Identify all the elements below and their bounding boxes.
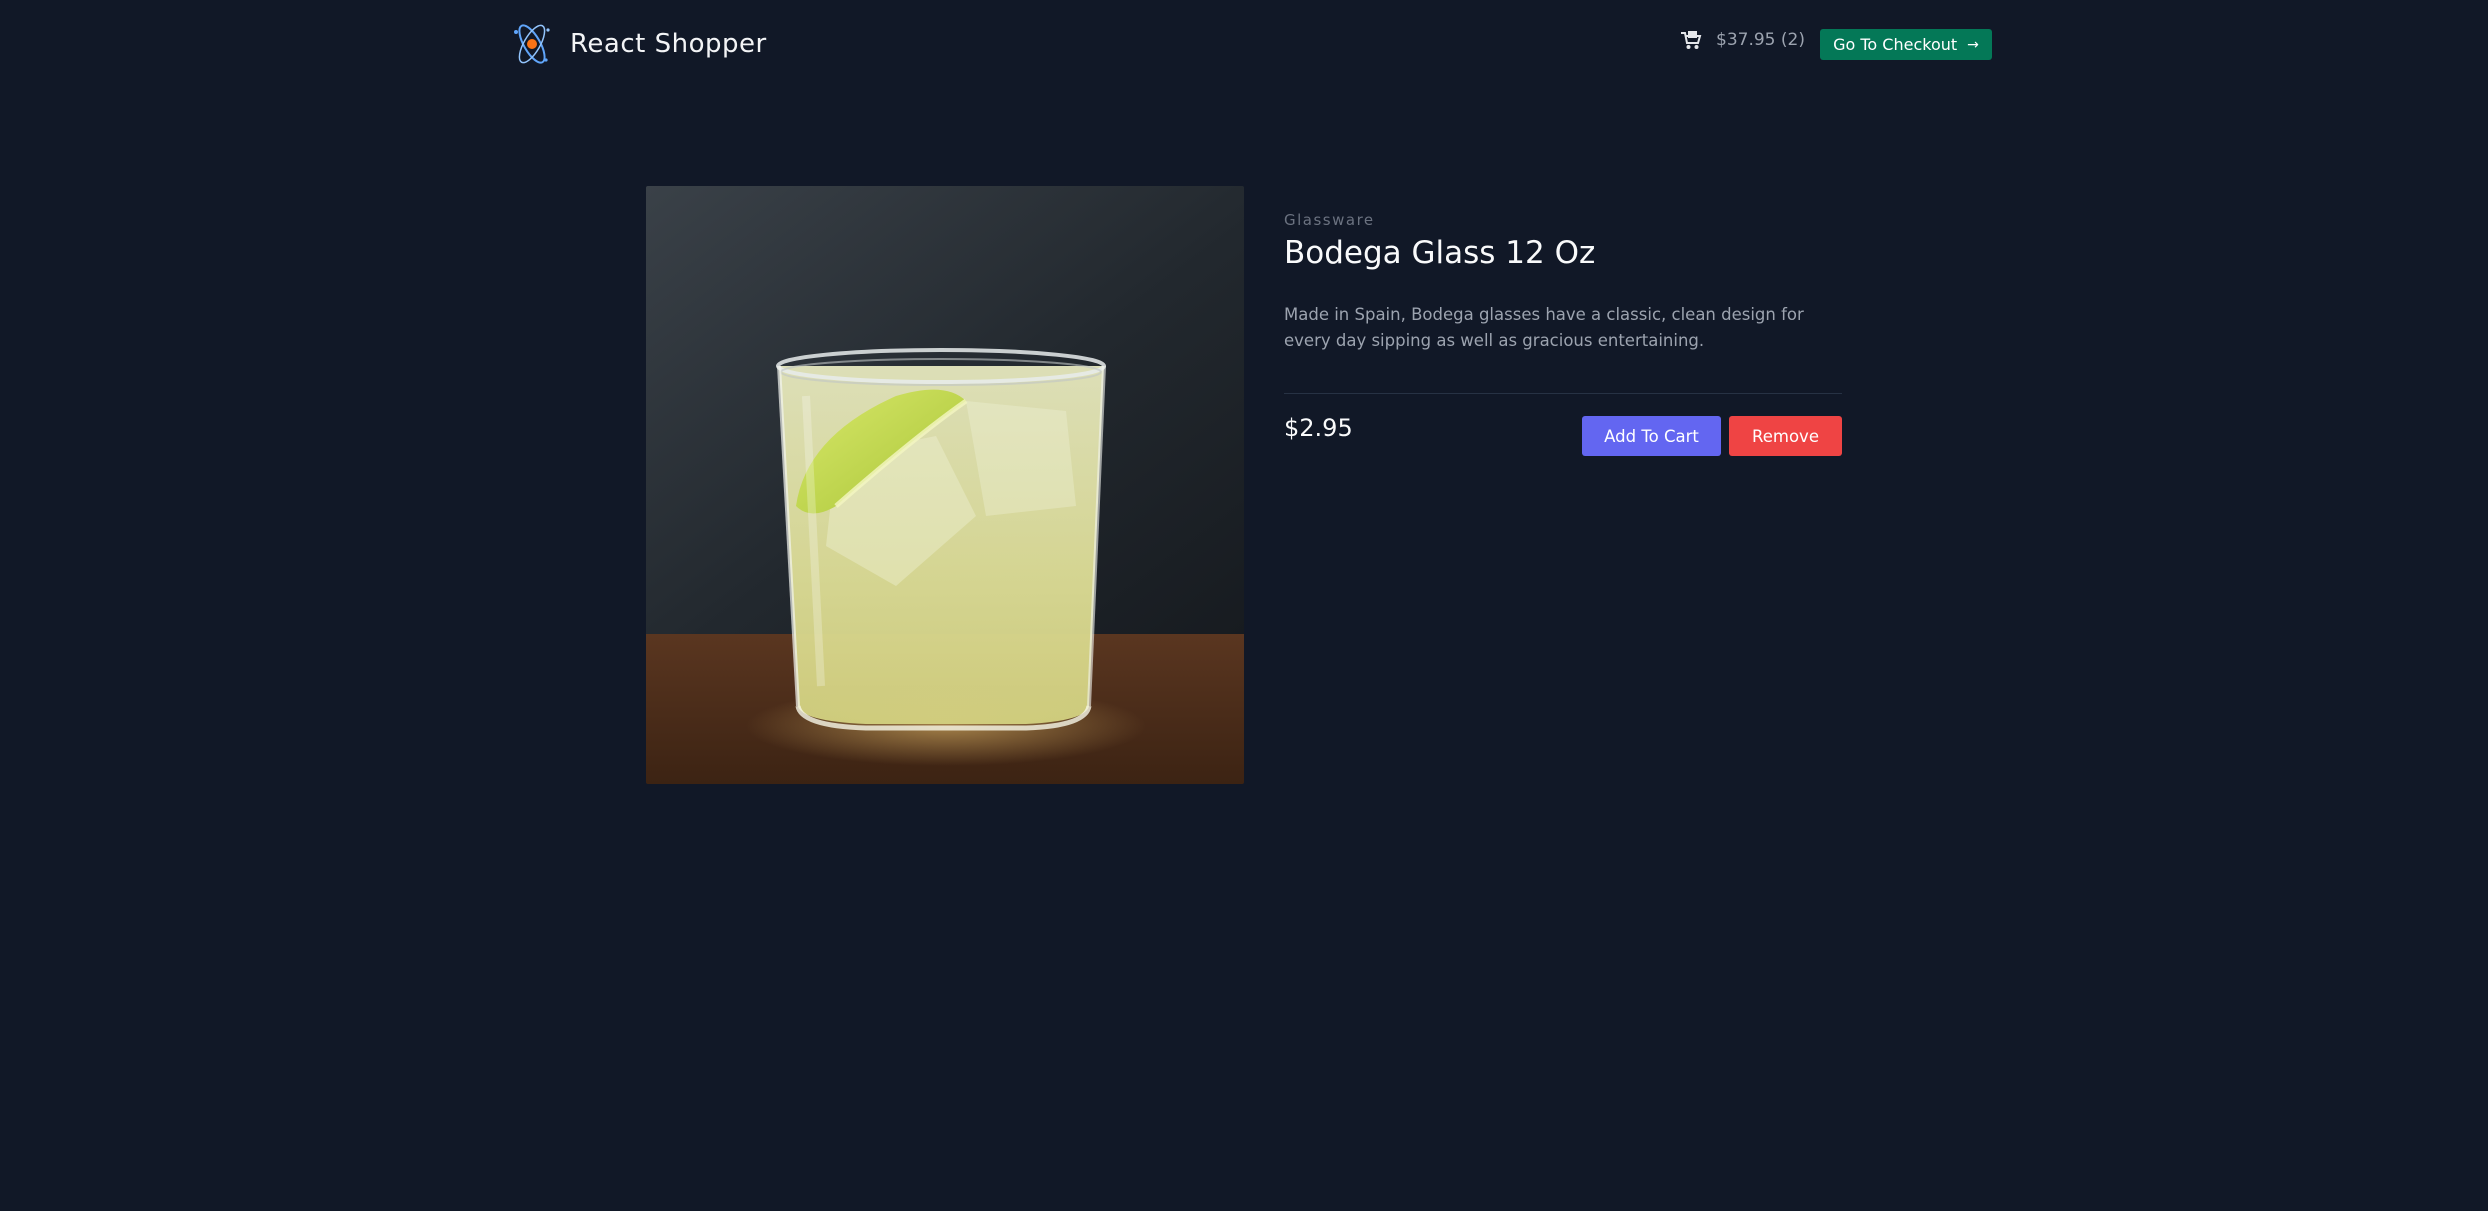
product-price: $2.95 [1284,414,1353,442]
site-header: React Shopper $37.95 (2) Go To Checkout … [0,0,2488,90]
atom-logo-icon [514,24,550,64]
product-category: Glassware [1284,211,1375,229]
product-details: Glassware Bodega Glass 12 Oz Made in Spa… [1284,210,1842,354]
cart-total: $37.95 (2) [1716,30,1805,50]
product-title: Bodega Glass 12 Oz [1284,235,1596,271]
remove-button[interactable]: Remove [1729,416,1842,456]
cart-summary-link[interactable]: $37.95 (2) [1680,29,1805,51]
shopping-cart-icon [1681,31,1702,49]
brand-link[interactable]: React Shopper [508,20,767,68]
arrow-right-icon: → [1967,36,1979,53]
go-to-checkout-button[interactable]: Go To Checkout → [1820,29,1992,60]
add-to-cart-button[interactable]: Add To Cart [1582,416,1721,456]
details-divider [1284,393,1842,394]
checkout-label: Go To Checkout [1833,35,1958,54]
product-description: Made in Spain, Bodega glasses have a cla… [1284,305,1804,350]
glass-with-lemonade-and-lime [646,186,1244,784]
brand-name: React Shopper [570,29,767,59]
product-image [646,186,1244,784]
